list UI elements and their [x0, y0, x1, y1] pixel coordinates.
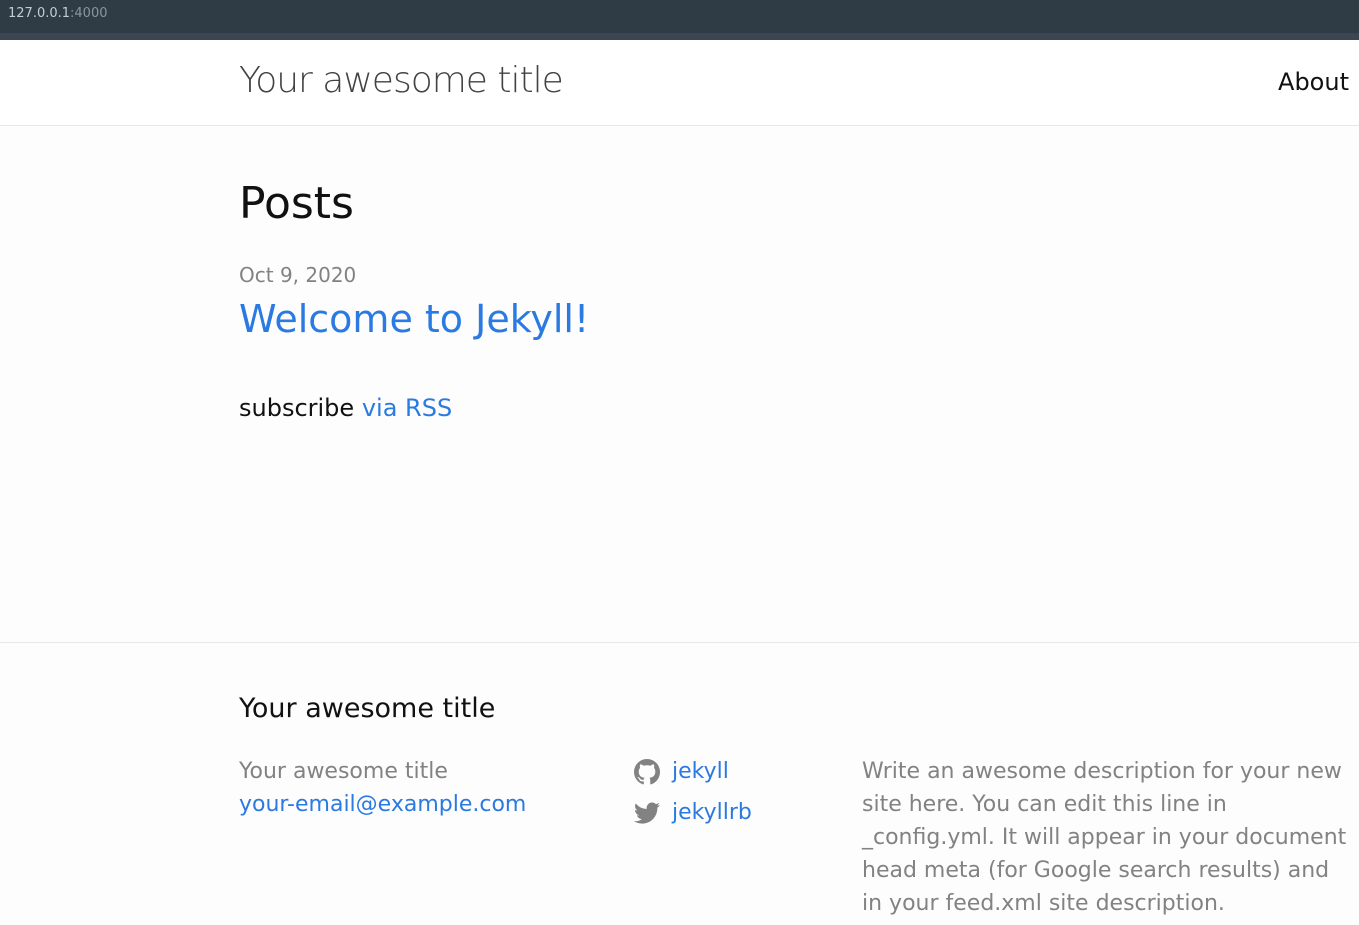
- subscribe-line: subscribe via RSS: [239, 394, 452, 422]
- rss-link[interactable]: via RSS: [362, 394, 452, 422]
- url-port: :4000: [70, 6, 108, 21]
- site-header: Your awesome title About: [0, 40, 1359, 126]
- post-title-link[interactable]: Welcome to Jekyll!: [239, 297, 589, 341]
- browser-address-bar: 127.0.0.1:4000: [0, 0, 1359, 40]
- posts-heading: Posts: [239, 178, 354, 229]
- github-link[interactable]: jekyll: [672, 759, 729, 784]
- url-host: 127.0.0.1: [8, 6, 71, 21]
- footer-social-links: jekyll jekyllrb: [634, 751, 752, 833]
- twitter-link[interactable]: jekyllrb: [672, 800, 752, 825]
- footer-author-name: Your awesome title: [239, 759, 448, 784]
- github-icon: [634, 758, 660, 784]
- site-footer: Your awesome title Your awesome title yo…: [0, 642, 1359, 925]
- social-item-github: jekyll: [634, 751, 752, 792]
- site-title-link[interactable]: Your awesome title: [239, 60, 564, 101]
- twitter-icon: [634, 801, 660, 824]
- address-url[interactable]: 127.0.0.1:4000: [8, 6, 108, 21]
- nav-link-about[interactable]: About: [1278, 68, 1349, 96]
- footer-email-link[interactable]: your-email@example.com: [239, 792, 526, 817]
- footer-contact: Your awesome title your-email@example.co…: [239, 755, 526, 821]
- footer-description: Write an awesome description for your ne…: [862, 759, 1347, 916]
- subscribe-text: subscribe: [239, 394, 355, 422]
- social-item-twitter: jekyllrb: [634, 792, 752, 833]
- footer-heading: Your awesome title: [239, 693, 496, 724]
- post-date: Oct 9, 2020: [239, 263, 357, 287]
